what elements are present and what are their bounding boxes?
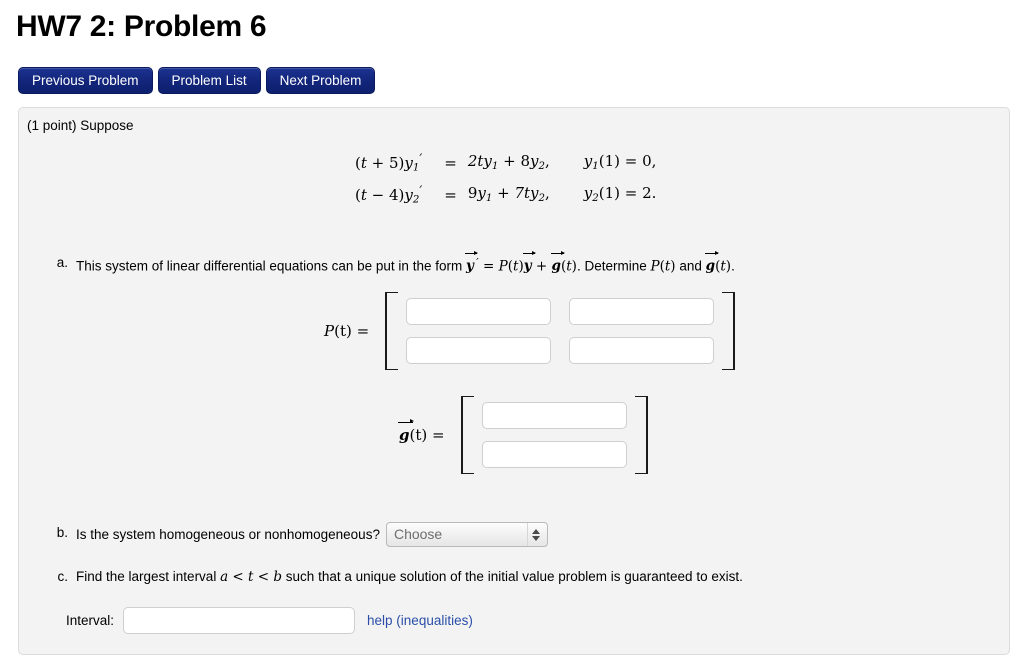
plus-symbol: +	[531, 258, 552, 275]
p-matrix-label-arg: (t) =	[334, 322, 370, 340]
part-c: c. Find the largest interval a < t < b s…	[50, 567, 950, 587]
part-c-text-after: such that a unique solution of the initi…	[282, 569, 743, 584]
interval-label: Interval:	[66, 613, 115, 628]
part-a-text-before: This system of linear differential equat…	[76, 258, 466, 274]
part-a-text-after: . Determine	[576, 258, 651, 274]
equation-1-rhs: 2ty1 + 8y2,	[467, 151, 550, 172]
g-vector-right-bracket	[634, 396, 648, 474]
p-matrix-cells	[398, 292, 722, 370]
g-vector-block: g(t) =	[398, 396, 648, 474]
part-a-text: This system of linear differential equat…	[76, 250, 950, 276]
problem-navigation-bar: Previous Problem Problem List Next Probl…	[18, 67, 376, 94]
p-matrix-input-11[interactable]	[406, 298, 552, 325]
equation-2-initial-condition: y2(1) = 2.	[583, 183, 657, 204]
equals-symbol: =	[478, 258, 499, 275]
p-of-t-symbol-2: P	[650, 258, 660, 275]
equation-2-equals: =	[444, 186, 457, 205]
interval-a-symbol: a	[220, 569, 229, 585]
problem-page: HW7 2: Problem 6 Previous Problem Proble…	[0, 0, 1024, 661]
g-vector-cells	[474, 396, 635, 474]
vector-y-symbol: y	[464, 250, 478, 275]
chevron-down-icon	[532, 535, 541, 541]
p-matrix-label-letter: P	[324, 322, 335, 340]
g-vector-row-1	[481, 402, 627, 429]
next-problem-button[interactable]: Next Problem	[265, 67, 376, 94]
p-matrix-left-bracket	[385, 292, 399, 370]
equation-1-lhs: (t + 5)y1′	[355, 152, 423, 174]
equation-1-initial-condition: y1(1) = 0,	[583, 151, 657, 172]
interval-input[interactable]	[123, 607, 356, 634]
p-matrix-input-12[interactable]	[569, 298, 715, 325]
previous-problem-button[interactable]: Previous Problem	[18, 67, 153, 94]
g-vector-label-arg: (t) =	[409, 426, 445, 444]
p-matrix-input-22[interactable]	[569, 337, 715, 364]
g-vector-label: g(t) =	[398, 418, 445, 444]
page-title: HW7 2: Problem 6	[16, 10, 267, 43]
part-a-and-word: and	[675, 258, 706, 274]
vector-g-symbol-2: g	[704, 250, 720, 275]
vector-y-symbol-2: y	[522, 250, 536, 275]
equation-1-equals: =	[444, 154, 457, 173]
part-b-body: Is the system homogeneous or nonhomogene…	[76, 522, 950, 548]
part-c-text-before: Find the largest interval	[76, 569, 221, 584]
g-vector-input-1[interactable]	[481, 402, 627, 429]
equation-row-2: (t − 4)y2′ = 9y1 + 7ty2, y2(1) = 2.	[355, 180, 656, 212]
part-b-text: Is the system homogeneous or nonhomogene…	[76, 527, 380, 543]
points-line: (1 point) Suppose	[27, 118, 134, 133]
part-c-text: Find the largest interval a < t < b such…	[76, 567, 950, 587]
less-than-2: <	[253, 569, 274, 585]
help-inequalities-link[interactable]: help (inequalities)	[367, 613, 473, 628]
interval-b-symbol: b	[273, 569, 283, 585]
g-vector-input-2[interactable]	[481, 441, 627, 468]
chevron-updown-icon[interactable]	[526, 523, 545, 546]
homogeneous-select[interactable]: Choose	[385, 522, 548, 547]
p-matrix-label: P(t) =	[324, 322, 369, 340]
p-matrix-row-1	[406, 298, 715, 325]
part-a-period: .	[731, 258, 735, 274]
interval-answer-row: Interval: help (inequalities)	[66, 607, 473, 634]
part-b: b. Is the system homogeneous or nonhomog…	[50, 522, 950, 548]
equation-row-1: (t + 5)y1′ = 2ty1 + 8y2, y1(1) = 0,	[355, 148, 656, 180]
p-matrix-block: P(t) =	[324, 292, 736, 370]
p-of-t-symbol: P	[498, 258, 508, 275]
problem-list-button[interactable]: Problem List	[157, 67, 261, 94]
vector-g-symbol: g	[550, 250, 566, 275]
p-matrix-right-bracket	[722, 292, 736, 370]
part-c-label: c.	[57, 569, 68, 584]
equation-2-rhs: 9y1 + 7ty2,	[467, 183, 550, 204]
part-b-label: b.	[56, 525, 68, 540]
less-than-1: <	[228, 569, 249, 585]
p-matrix-input-21[interactable]	[406, 337, 552, 364]
p-matrix-row-2	[406, 337, 715, 364]
g-vector-label-letter: g	[398, 418, 413, 444]
equation-system: (t + 5)y1′ = 2ty1 + 8y2, y1(1) = 0, (t −…	[355, 148, 656, 211]
homogeneous-select-value: Choose	[393, 526, 443, 542]
g-vector-left-bracket	[460, 396, 474, 474]
g-vector-row-2	[481, 441, 627, 468]
equation-2-lhs: (t − 4)y2′	[355, 183, 423, 206]
chevron-up-icon	[532, 528, 541, 534]
part-a-label: a.	[56, 255, 68, 270]
part-a: a. This system of linear differential eq…	[50, 250, 950, 276]
